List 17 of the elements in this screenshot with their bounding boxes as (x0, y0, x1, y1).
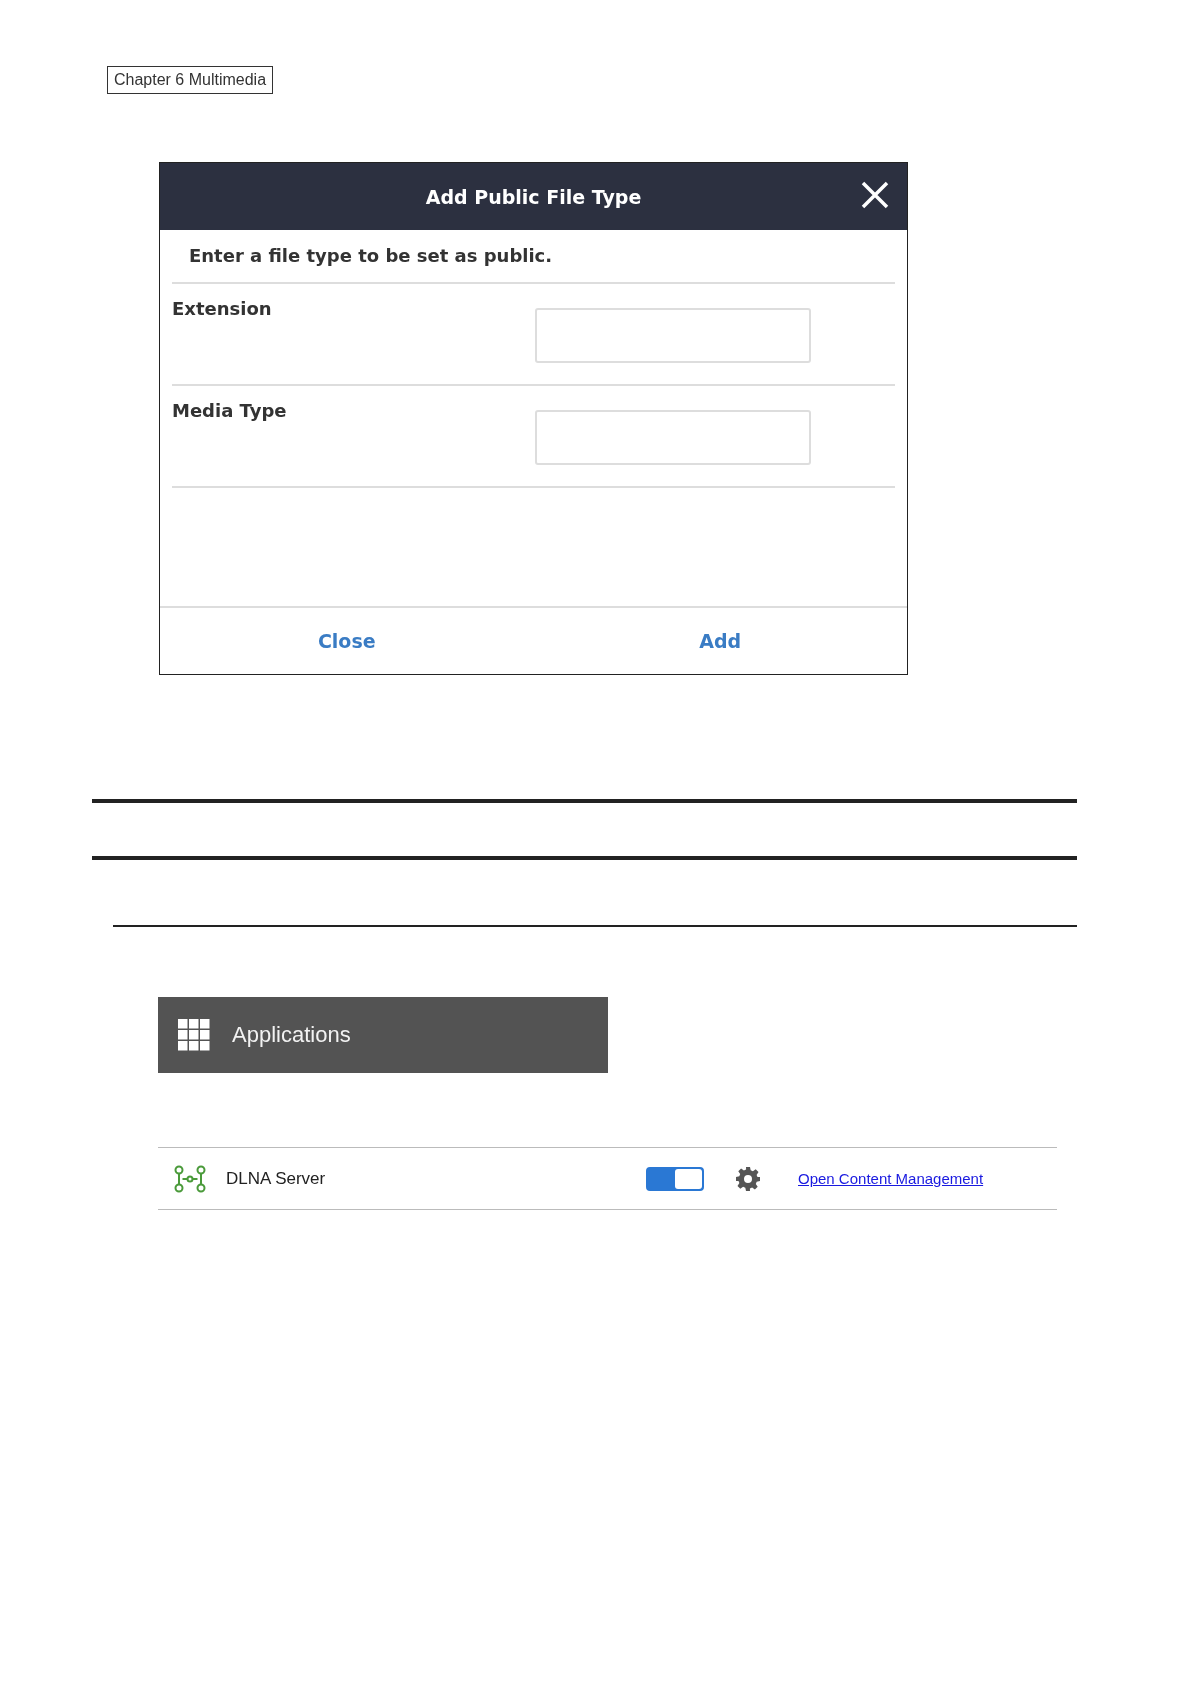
field-label: Media Type (172, 400, 287, 423)
network-nodes-icon (174, 1164, 206, 1193)
input-field[interactable] (535, 308, 811, 363)
dialog-title: Add Public File Type (425, 185, 642, 208)
app-name: DLNA Server (226, 1168, 327, 1189)
input-field[interactable] (535, 410, 811, 465)
close-icon[interactable] (861, 181, 889, 209)
applications-title: Applications (232, 1022, 351, 1048)
toggle-switch[interactable] (646, 1166, 704, 1191)
dialog-button[interactable]: Close (160, 608, 534, 674)
field-label: Extension (172, 298, 272, 321)
open-content-management-link[interactable]: Open Content Management (798, 1170, 984, 1187)
chapter-label: Chapter 6 Multimedia (107, 66, 274, 94)
dialog-button[interactable]: Add (533, 608, 907, 674)
grid-icon (178, 1019, 210, 1051)
settings-icon[interactable] (735, 1165, 761, 1192)
instruction-text: Enter a file type to be set as public. (172, 230, 895, 284)
